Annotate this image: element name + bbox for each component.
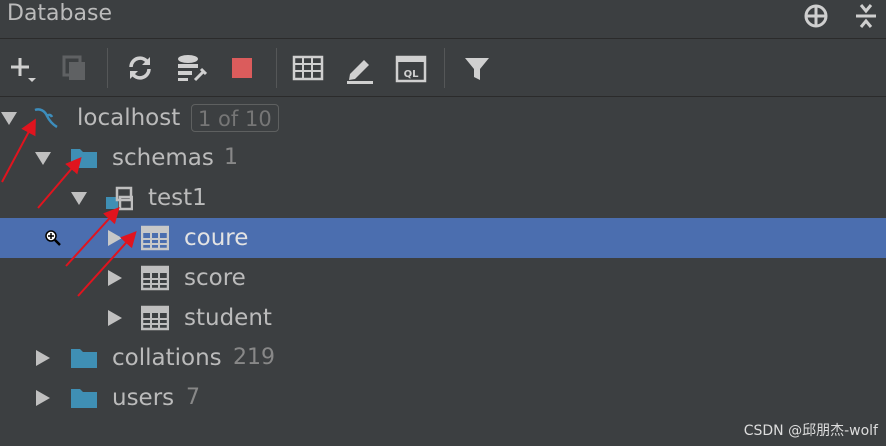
toolbar-separator — [276, 48, 277, 88]
tree-node-schemas[interactable]: schemas 1 — [0, 138, 886, 178]
schema-icon — [105, 185, 134, 211]
tree-node-collations[interactable]: collations 219 — [0, 338, 886, 378]
table-icon — [140, 305, 170, 331]
add-icon[interactable] — [6, 52, 38, 84]
tree-node-label: score — [184, 265, 246, 291]
toolbar-separator — [107, 48, 108, 88]
crosshair-icon[interactable] — [802, 2, 830, 30]
toolbar-separator — [444, 48, 445, 88]
tree-node-label: collations — [112, 345, 222, 371]
watermark: CSDN @邱朋杰-wolf — [743, 423, 878, 439]
folder-icon — [70, 385, 98, 411]
child-count: 219 — [233, 345, 275, 370]
filter-icon[interactable] — [461, 52, 493, 84]
tree-node-label: localhost — [77, 105, 181, 131]
child-count: 7 — [186, 385, 200, 410]
child-count: 1 — [224, 145, 238, 170]
stop-icon[interactable] — [226, 52, 258, 84]
refresh-icon[interactable] — [124, 52, 156, 84]
collapsed-arrow-icon[interactable] — [34, 389, 52, 407]
duplicate-icon[interactable] — [58, 52, 90, 84]
tree-node-table-student[interactable]: student — [0, 298, 886, 338]
collapse-all-icon[interactable] — [852, 2, 880, 30]
tool-window-title: Database — [7, 1, 112, 26]
tree-node-test1[interactable]: test1 — [0, 178, 886, 218]
database-tree: localhost 1 of 10 schemas 1 test1 coure … — [0, 98, 886, 446]
table-icon — [140, 225, 170, 251]
expanded-arrow-icon[interactable] — [34, 149, 52, 167]
zoom-cursor-icon — [44, 229, 62, 247]
tree-node-label: coure — [184, 225, 249, 251]
tool-window-header: Database — [0, 0, 886, 39]
tree-node-label: student — [184, 305, 272, 331]
collapsed-arrow-icon[interactable] — [106, 269, 124, 287]
table-icon — [140, 265, 170, 291]
collapsed-arrow-icon[interactable] — [106, 309, 124, 327]
tree-node-localhost[interactable]: localhost 1 of 10 — [0, 98, 886, 138]
expanded-arrow-icon[interactable] — [0, 109, 18, 127]
table-view-icon[interactable] — [292, 52, 324, 84]
tree-node-label: test1 — [148, 185, 207, 211]
tree-node-label: users — [112, 385, 175, 411]
collapsed-arrow-icon[interactable] — [106, 229, 124, 247]
tree-node-table-coure[interactable]: coure — [0, 218, 886, 258]
tree-node-table-score[interactable]: score — [0, 258, 886, 298]
tree-node-users[interactable]: users 7 — [0, 378, 886, 418]
folder-icon — [70, 345, 98, 371]
mysql-dolphin-icon — [32, 105, 60, 131]
schema-count-badge: 1 of 10 — [191, 104, 279, 132]
toolbar: QL — [0, 40, 886, 97]
sql-console-icon[interactable]: QL — [395, 52, 427, 84]
svg-text:QL: QL — [404, 69, 420, 80]
data-source-properties-icon[interactable] — [175, 52, 207, 84]
tree-node-label: schemas — [112, 145, 214, 171]
collapsed-arrow-icon[interactable] — [34, 349, 52, 367]
expanded-arrow-icon[interactable] — [70, 189, 88, 207]
folder-icon — [70, 145, 98, 171]
edit-icon[interactable] — [344, 52, 376, 84]
